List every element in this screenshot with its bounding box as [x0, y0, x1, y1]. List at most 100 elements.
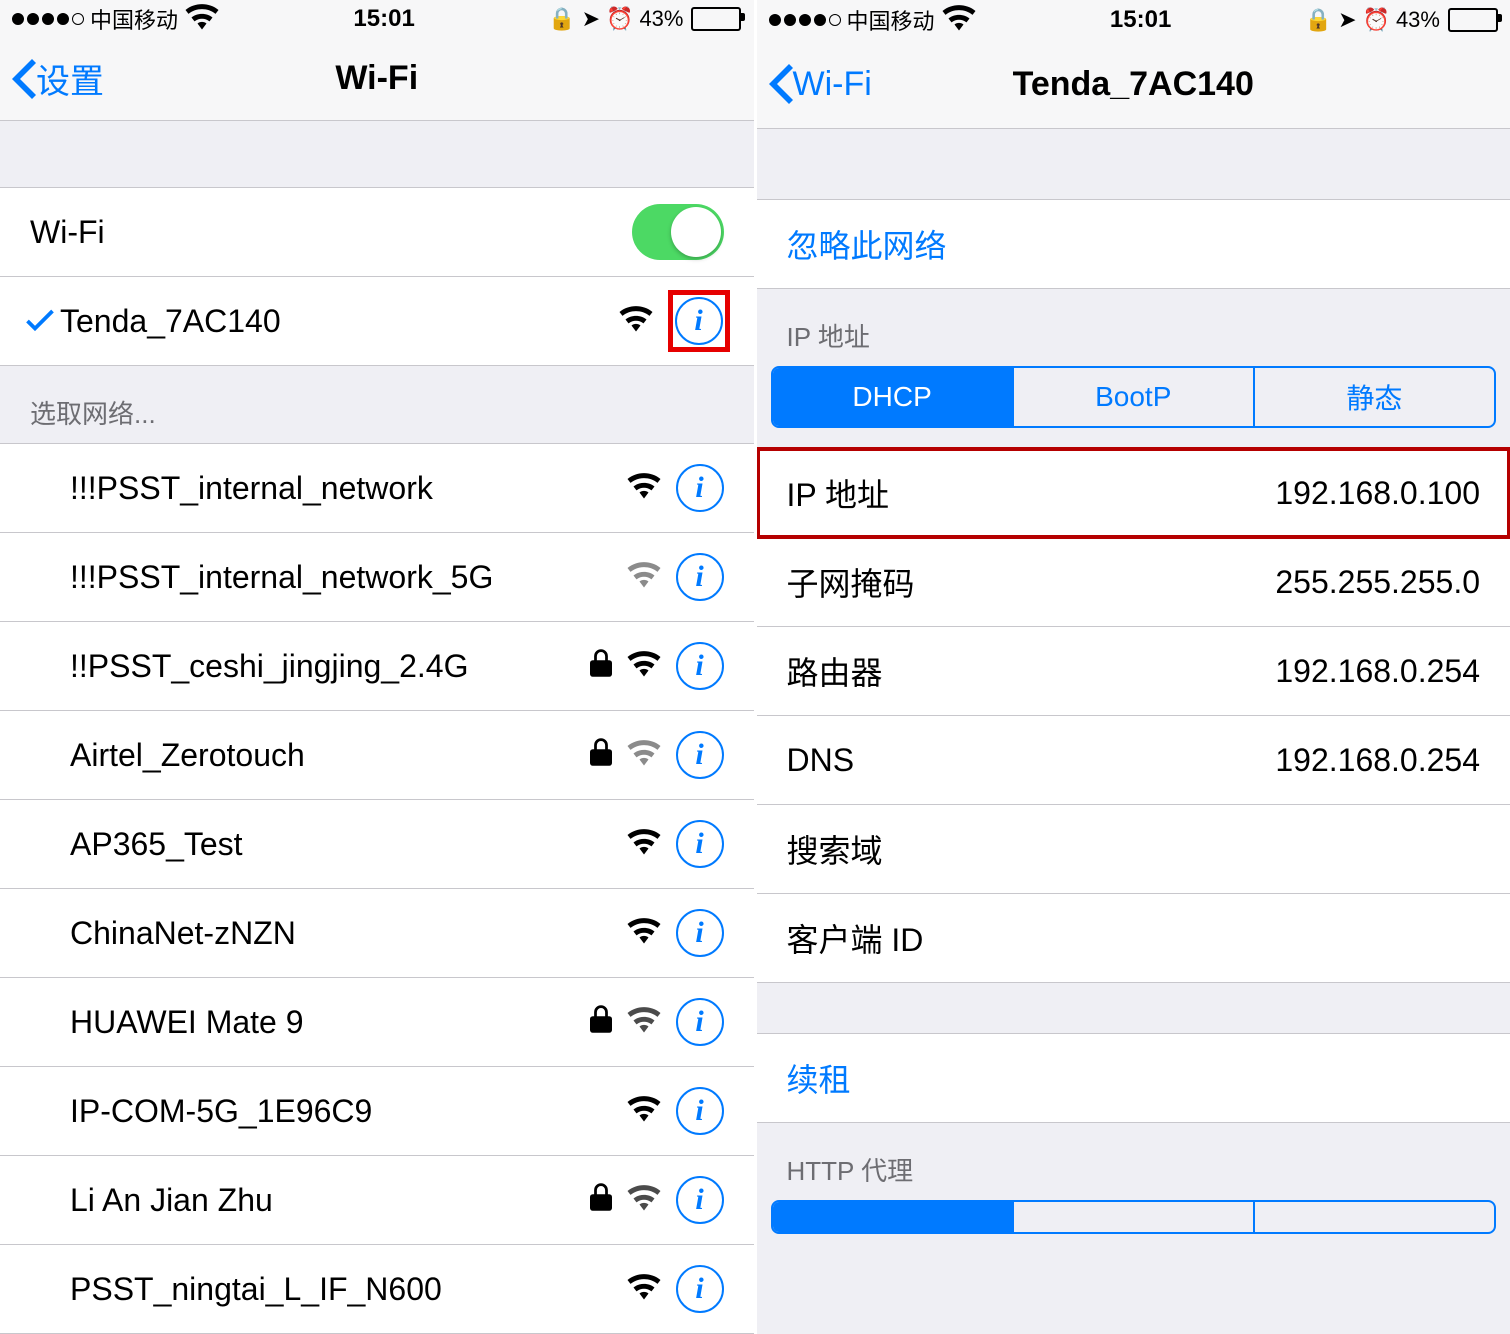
- wifi-signal-icon: [626, 1004, 662, 1041]
- network-row[interactable]: Airtel_Zerotouch i: [0, 711, 754, 800]
- status-bar: 中国移动 15:01 🔒 ➤ ⏰ 43%: [0, 0, 754, 38]
- rotation-lock-icon: 🔒: [548, 6, 575, 32]
- network-row[interactable]: !!!PSST_internal_network i: [0, 443, 754, 533]
- tab-static[interactable]: 静态: [1255, 368, 1494, 426]
- ip-detail-row[interactable]: 搜索域: [757, 805, 1510, 894]
- battery-pct: 43%: [1396, 7, 1440, 33]
- clock: 15:01: [1110, 6, 1171, 34]
- page-title: Tenda_7AC140: [769, 65, 1499, 104]
- network-name: Airtel_Zerotouch: [70, 737, 590, 774]
- page-title: Wi-Fi: [12, 59, 742, 98]
- network-row[interactable]: AP365_Test i: [0, 800, 754, 889]
- connected-network-row[interactable]: Tenda_7AC140 i: [0, 277, 754, 366]
- wifi-signal-icon: [626, 1182, 662, 1219]
- back-label: 设置: [36, 54, 104, 103]
- info-icon[interactable]: i: [676, 731, 724, 779]
- network-row[interactable]: !!PSST_ceshi_jingjing_2.4G i: [0, 622, 754, 711]
- renew-lease-button[interactable]: 续租: [757, 1033, 1510, 1123]
- network-row[interactable]: !!!PSST_internal_network_5G i: [0, 533, 754, 622]
- back-button[interactable]: 设置: [12, 54, 104, 103]
- info-icon[interactable]: i: [676, 1176, 724, 1224]
- network-name: !!PSST_ceshi_jingjing_2.4G: [70, 648, 590, 685]
- battery-icon: [1446, 8, 1498, 32]
- ip-row-value: 192.168.0.254: [1275, 742, 1480, 779]
- battery-pct: 43%: [639, 6, 683, 32]
- lock-icon: [590, 737, 612, 774]
- network-name: !!!PSST_internal_network: [70, 470, 626, 507]
- network-list: !!!PSST_internal_network i !!!PSST_inter…: [0, 443, 754, 1334]
- signal-strength-icon: [12, 13, 84, 25]
- ip-row-value: 192.168.0.254: [1275, 653, 1480, 690]
- checkmark-icon: [20, 309, 60, 333]
- proxy-segmented[interactable]: [771, 1200, 1497, 1234]
- info-icon[interactable]: i: [676, 1087, 724, 1135]
- ip-detail-row[interactable]: DNS192.168.0.254: [757, 716, 1510, 805]
- info-icon[interactable]: i: [676, 820, 724, 868]
- wifi-toggle-label: Wi-Fi: [30, 214, 632, 251]
- wifi-signal-icon: [626, 737, 662, 774]
- back-button[interactable]: Wi-Fi: [769, 64, 872, 104]
- tab-bootp[interactable]: BootP: [1014, 368, 1255, 426]
- network-row[interactable]: Li An Jian Zhu i: [0, 1156, 754, 1245]
- ip-row-key: 客户端 ID: [787, 915, 1481, 961]
- proxy-section-header: HTTP 代理: [757, 1123, 1510, 1200]
- signal-strength-icon: [769, 14, 841, 26]
- status-bar: 中国移动 15:01 🔒 ➤ ⏰ 43%: [757, 0, 1510, 40]
- lock-icon: [590, 648, 612, 685]
- network-name: PSST_ningtai_L_IF_N600: [70, 1271, 626, 1308]
- nav-bar: Wi-Fi Tenda_7AC140: [757, 40, 1510, 129]
- wifi-status-icon: [184, 2, 220, 36]
- network-name: IP-COM-5G_1E96C9: [70, 1093, 626, 1130]
- tab-proxy-off[interactable]: [773, 1202, 1014, 1232]
- ip-detail-list: IP 地址192.168.0.100子网掩码255.255.255.0路由器19…: [757, 448, 1510, 983]
- wifi-signal-icon: [626, 648, 662, 685]
- wifi-signal-icon: [626, 1093, 662, 1130]
- alarm-icon: ⏰: [606, 6, 633, 32]
- rotation-lock-icon: 🔒: [1305, 7, 1332, 33]
- wifi-status-icon: [941, 3, 977, 37]
- network-name: !!!PSST_internal_network_5G: [70, 559, 626, 596]
- network-row[interactable]: IP-COM-5G_1E96C9 i: [0, 1067, 754, 1156]
- back-label: Wi-Fi: [793, 65, 872, 104]
- ip-row-value: 255.255.255.0: [1275, 564, 1480, 601]
- network-name: Li An Jian Zhu: [70, 1182, 590, 1219]
- connected-network-name: Tenda_7AC140: [60, 303, 618, 340]
- tab-dhcp[interactable]: DHCP: [773, 368, 1014, 426]
- info-icon[interactable]: i: [675, 297, 723, 345]
- ip-mode-segmented[interactable]: DHCP BootP 静态: [771, 366, 1497, 428]
- renew-label: 续租: [787, 1055, 851, 1101]
- info-icon[interactable]: i: [676, 1265, 724, 1313]
- wifi-list-screen: 中国移动 15:01 🔒 ➤ ⏰ 43% 设置 Wi-Fi W: [0, 0, 757, 1334]
- wifi-signal-icon: [626, 915, 662, 952]
- wifi-toggle[interactable]: [632, 204, 724, 260]
- wifi-signal-icon: [626, 1271, 662, 1308]
- info-icon[interactable]: i: [676, 553, 724, 601]
- nav-bar: 设置 Wi-Fi: [0, 38, 754, 122]
- ip-row-key: DNS: [787, 742, 1276, 779]
- tab-proxy-auto[interactable]: [1255, 1202, 1494, 1232]
- ip-detail-row[interactable]: 子网掩码255.255.255.0: [757, 538, 1510, 627]
- lock-icon: [590, 1182, 612, 1219]
- ip-detail-row[interactable]: 路由器192.168.0.254: [757, 627, 1510, 716]
- wifi-signal-icon: [626, 559, 662, 596]
- wifi-signal-icon: [626, 470, 662, 507]
- ip-row-value: 192.168.0.100: [1275, 475, 1480, 512]
- carrier-label: 中国移动: [847, 4, 935, 36]
- ip-detail-row[interactable]: 客户端 ID: [757, 894, 1510, 983]
- network-name: HUAWEI Mate 9: [70, 1004, 590, 1041]
- ip-section-header: IP 地址: [757, 289, 1510, 366]
- network-name: AP365_Test: [70, 826, 626, 863]
- info-icon[interactable]: i: [676, 909, 724, 957]
- info-icon[interactable]: i: [676, 642, 724, 690]
- network-row[interactable]: PSST_ningtai_L_IF_N600 i: [0, 1245, 754, 1334]
- network-row[interactable]: ChinaNet-zNZN i: [0, 889, 754, 978]
- battery-icon: [689, 7, 741, 31]
- info-icon[interactable]: i: [676, 464, 724, 512]
- ip-detail-row[interactable]: IP 地址192.168.0.100: [757, 448, 1510, 538]
- clock: 15:01: [353, 5, 414, 33]
- network-row[interactable]: HUAWEI Mate 9 i: [0, 978, 754, 1067]
- wifi-toggle-row[interactable]: Wi-Fi: [0, 187, 754, 277]
- forget-network-button[interactable]: 忽略此网络: [757, 199, 1510, 289]
- tab-proxy-manual[interactable]: [1014, 1202, 1255, 1232]
- info-icon[interactable]: i: [676, 998, 724, 1046]
